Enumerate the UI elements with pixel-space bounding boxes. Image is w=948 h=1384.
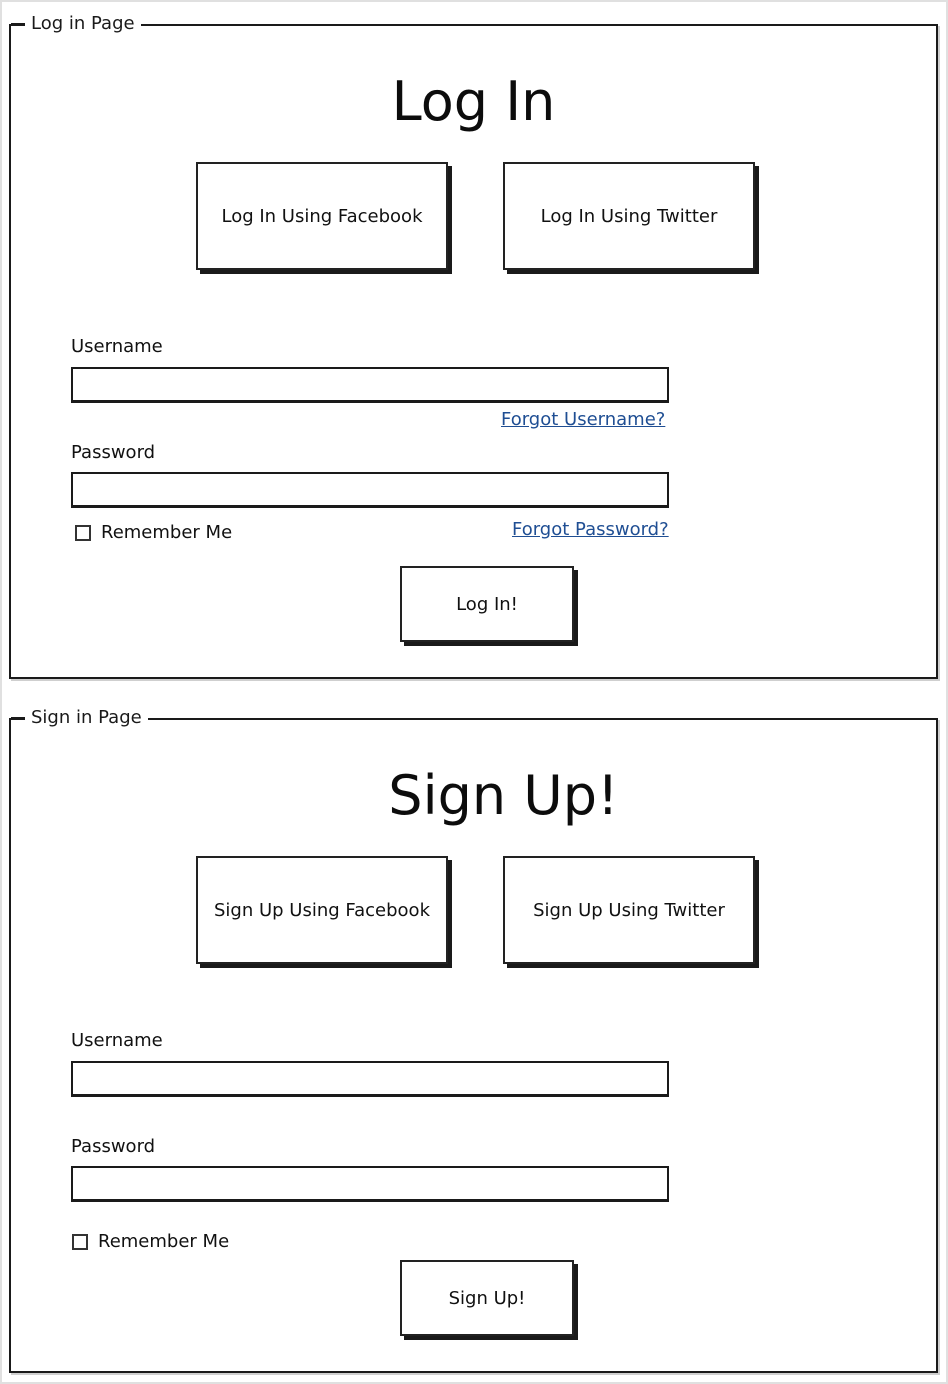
forgot-username-link[interactable]: Forgot Username?: [501, 409, 665, 431]
signup-title: Sign Up!: [388, 764, 619, 827]
login-facebook-button[interactable]: Log In Using Facebook: [196, 162, 448, 270]
signup-username-label: Username: [71, 1030, 163, 1051]
forgot-password-link[interactable]: Forgot Password?: [512, 519, 669, 541]
signup-submit-button[interactable]: Sign Up!: [400, 1260, 574, 1336]
signup-remember-me-row: Remember Me: [72, 1231, 229, 1253]
signup-remember-me-label: Remember Me: [98, 1231, 230, 1252]
login-password-label: Password: [71, 442, 156, 463]
login-remember-me-row: Remember Me: [75, 522, 232, 544]
signup-panel-label: Sign in Page: [11, 706, 148, 730]
login-username-input[interactable]: [71, 367, 669, 403]
login-remember-me-label: Remember Me: [101, 522, 233, 543]
signup-facebook-button[interactable]: Sign Up Using Facebook: [196, 856, 448, 964]
signup-password-input[interactable]: [71, 1166, 669, 1202]
signup-twitter-button[interactable]: Sign Up Using Twitter: [503, 856, 755, 964]
login-submit-button[interactable]: Log In!: [400, 566, 574, 642]
signup-username-input[interactable]: [71, 1061, 669, 1097]
login-panel: Log in Page Log In Log In Using Facebook…: [9, 12, 938, 679]
login-panel-label: Log in Page: [11, 12, 141, 36]
login-title: Log In: [391, 70, 556, 133]
signup-remember-me-checkbox[interactable]: [72, 1234, 88, 1250]
login-remember-me-checkbox[interactable]: [75, 525, 91, 541]
login-username-label: Username: [71, 336, 163, 357]
signup-panel: Sign in Page Sign Up! Sign Up Using Face…: [9, 706, 938, 1373]
login-password-input[interactable]: [71, 472, 669, 508]
signup-password-label: Password: [71, 1136, 156, 1157]
login-twitter-button[interactable]: Log In Using Twitter: [503, 162, 755, 270]
